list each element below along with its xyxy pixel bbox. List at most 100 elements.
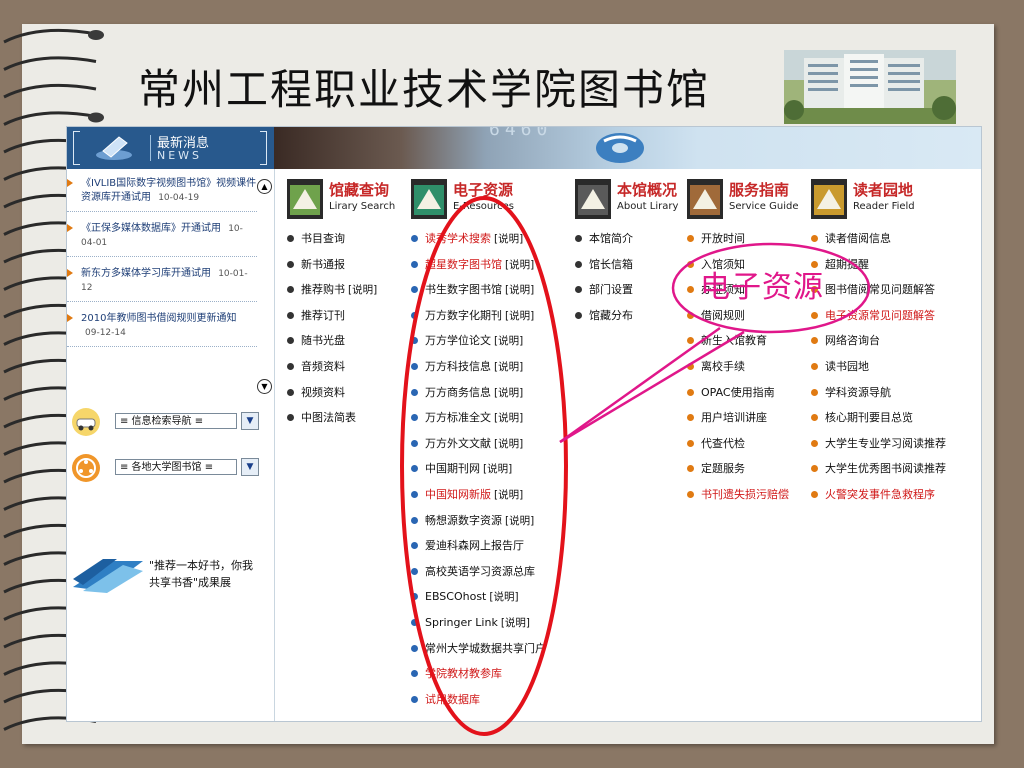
category-link[interactable]: 读书园地 (811, 359, 946, 385)
link-text[interactable]: 中国期刊网 (425, 462, 480, 475)
link-text[interactable]: 大学生专业学习阅读推荐 (825, 437, 946, 450)
category-link[interactable]: 学院教材教参库 (411, 666, 546, 692)
link-text[interactable]: OPAC使用指南 (701, 386, 775, 399)
link-text[interactable]: 本馆简介 (589, 232, 633, 245)
category-link[interactable]: EBSCOhost [说明] (411, 589, 546, 615)
category-link[interactable]: 中图法简表 (287, 410, 377, 436)
category-link[interactable]: 试用数据库 (411, 692, 546, 718)
link-text[interactable]: 书生数字图书馆 (425, 283, 502, 296)
category-link[interactable]: 大学生优秀图书阅读推荐 (811, 461, 946, 487)
link-text[interactable]: 书目查询 (301, 232, 345, 245)
category-link[interactable]: 书目查询 (287, 231, 377, 257)
news-item[interactable]: 2010年教师图书借阅规则更新通知 09-12-14 (67, 312, 257, 347)
news-item[interactable]: 《正保多媒体数据库》开通试用 10-04-01 (67, 222, 257, 257)
category-link[interactable]: 部门设置 (575, 282, 633, 308)
news-item[interactable]: 新东方多媒体学习库开通试用 10-01-12 (67, 267, 257, 302)
category-link[interactable]: 视频资料 (287, 385, 377, 411)
link-text[interactable]: 推荐购书 (301, 283, 345, 296)
link-text[interactable]: 读书园地 (825, 360, 869, 373)
explain-link[interactable]: [说明] (494, 489, 523, 501)
category-link[interactable]: 网络咨询台 (811, 333, 946, 359)
link-text[interactable]: 推荐订刊 (301, 309, 345, 322)
category-link[interactable]: 新书通报 (287, 257, 377, 283)
link-text[interactable]: 试用数据库 (425, 693, 480, 706)
category-link[interactable]: 万方标准全文 [说明] (411, 410, 546, 436)
category-link[interactable]: 常州大学城数据共享门户 (411, 641, 546, 667)
category-link[interactable]: 火警突发事件急救程序 (811, 487, 946, 513)
news-item-text[interactable]: 《正保多媒体数据库》开通试用 (81, 223, 221, 234)
category-link[interactable]: 书刊遗失损污赔偿 (687, 487, 789, 513)
explain-link[interactable]: [说明] (505, 515, 534, 527)
explain-link[interactable]: [说明] (505, 310, 534, 322)
link-text[interactable]: 网络咨询台 (825, 334, 880, 347)
link-text[interactable]: 爱迪科森网上报告厅 (425, 539, 524, 552)
category-link[interactable]: 开放时间 (687, 231, 789, 257)
explain-link[interactable]: [说明] (483, 463, 512, 475)
link-text[interactable]: 万方标准全文 (425, 411, 491, 424)
explain-link[interactable]: [说明] (505, 284, 534, 296)
explain-link[interactable]: [说明] (494, 361, 523, 373)
link-text[interactable]: 常州大学城数据共享门户 (425, 642, 546, 655)
category-link[interactable]: 离校手续 (687, 359, 789, 385)
news-scrollbar[interactable]: ▲ ▼ (257, 179, 272, 394)
link-text[interactable]: 万方学位论文 (425, 334, 491, 347)
category-link[interactable]: 用户培训讲座 (687, 410, 789, 436)
link-text[interactable]: Springer Link (425, 616, 498, 629)
news-item-text[interactable]: 新东方多媒体学习库开通试用 (81, 268, 211, 279)
category-link[interactable]: 中国知网新版 [说明] (411, 487, 546, 513)
category-link[interactable]: 本馆简介 (575, 231, 633, 257)
category-link[interactable]: OPAC使用指南 (687, 385, 789, 411)
category-link[interactable]: Springer Link [说明] (411, 615, 546, 641)
link-text[interactable]: 音频资料 (301, 360, 345, 373)
link-text[interactable]: 随书光盘 (301, 334, 345, 347)
news-item[interactable]: 《IVLIB国际数字视频图书馆》视频课件资源库开通试用 10-04-19 (67, 177, 257, 212)
category-link[interactable]: 定题服务 (687, 461, 789, 487)
link-text[interactable]: 新书通报 (301, 258, 345, 271)
link-text[interactable]: 万方商务信息 (425, 386, 491, 399)
link-text[interactable]: 视频资料 (301, 386, 345, 399)
link-text[interactable]: 学科资源导航 (825, 386, 891, 399)
category-link[interactable]: 推荐订刊 (287, 308, 377, 334)
category-link[interactable]: 核心期刊要目总览 (811, 410, 946, 436)
category-link[interactable]: 畅想源数字资源 [说明] (411, 513, 546, 539)
link-text[interactable]: 高校英语学习资源总库 (425, 565, 535, 578)
category-link[interactable]: 超期提醒 (811, 257, 946, 283)
link-text[interactable]: 电子资源常见问题解答 (825, 309, 935, 322)
link-text[interactable]: 代查代检 (701, 437, 745, 450)
link-text[interactable]: 馆长信箱 (589, 258, 633, 271)
category-link[interactable]: 新生入馆教育 (687, 333, 789, 359)
link-text[interactable]: 火警突发事件急救程序 (825, 488, 935, 501)
link-text[interactable]: 新生入馆教育 (701, 334, 767, 347)
link-text[interactable]: 书刊遗失损污赔偿 (701, 488, 789, 501)
explain-link[interactable]: [说明] (501, 617, 530, 629)
link-text[interactable]: 开放时间 (701, 232, 745, 245)
category-link[interactable]: 万方科技信息 [说明] (411, 359, 546, 385)
link-text[interactable]: EBSCOhost (425, 590, 486, 603)
news-item-text[interactable]: 2010年教师图书借阅规则更新通知 (81, 313, 236, 324)
link-text[interactable]: 畅想源数字资源 (425, 514, 502, 527)
link-text[interactable]: 学院教材教参库 (425, 667, 502, 680)
category-link[interactable]: 书生数字图书馆 [说明] (411, 282, 546, 308)
category-link[interactable]: 代查代检 (687, 436, 789, 462)
category-link[interactable]: 爱迪科森网上报告厅 (411, 538, 546, 564)
category-link[interactable]: 万方数字化期刊 [说明] (411, 308, 546, 334)
link-text[interactable]: 大学生优秀图书阅读推荐 (825, 462, 946, 475)
book-recommend-promo[interactable]: "推荐一本好书，你我共享书香"成果展 (71, 553, 266, 599)
category-link[interactable]: 馆长信箱 (575, 257, 633, 283)
link-text[interactable]: 万方外文文献 (425, 437, 491, 450)
link-text[interactable]: 读秀学术搜索 (425, 232, 491, 245)
link-text[interactable]: 读者借阅信息 (825, 232, 891, 245)
link-text[interactable]: 定题服务 (701, 462, 745, 475)
explain-link[interactable]: [说明] (494, 335, 523, 347)
chevron-down-icon[interactable]: ▼ (241, 458, 259, 476)
category-link[interactable]: 中国期刊网 [说明] (411, 461, 546, 487)
link-text[interactable]: 超期提醒 (825, 258, 869, 271)
link-text[interactable]: 借阅规则 (701, 309, 745, 322)
explain-link[interactable]: [说明] (494, 412, 523, 424)
category-link[interactable]: 馆藏分布 (575, 308, 633, 334)
link-text[interactable]: 万方科技信息 (425, 360, 491, 373)
category-link[interactable]: 学科资源导航 (811, 385, 946, 411)
category-link[interactable]: 电子资源常见问题解答 (811, 308, 946, 334)
explain-link[interactable]: [说明] (494, 387, 523, 399)
explain-link[interactable]: [说明] (348, 284, 377, 296)
